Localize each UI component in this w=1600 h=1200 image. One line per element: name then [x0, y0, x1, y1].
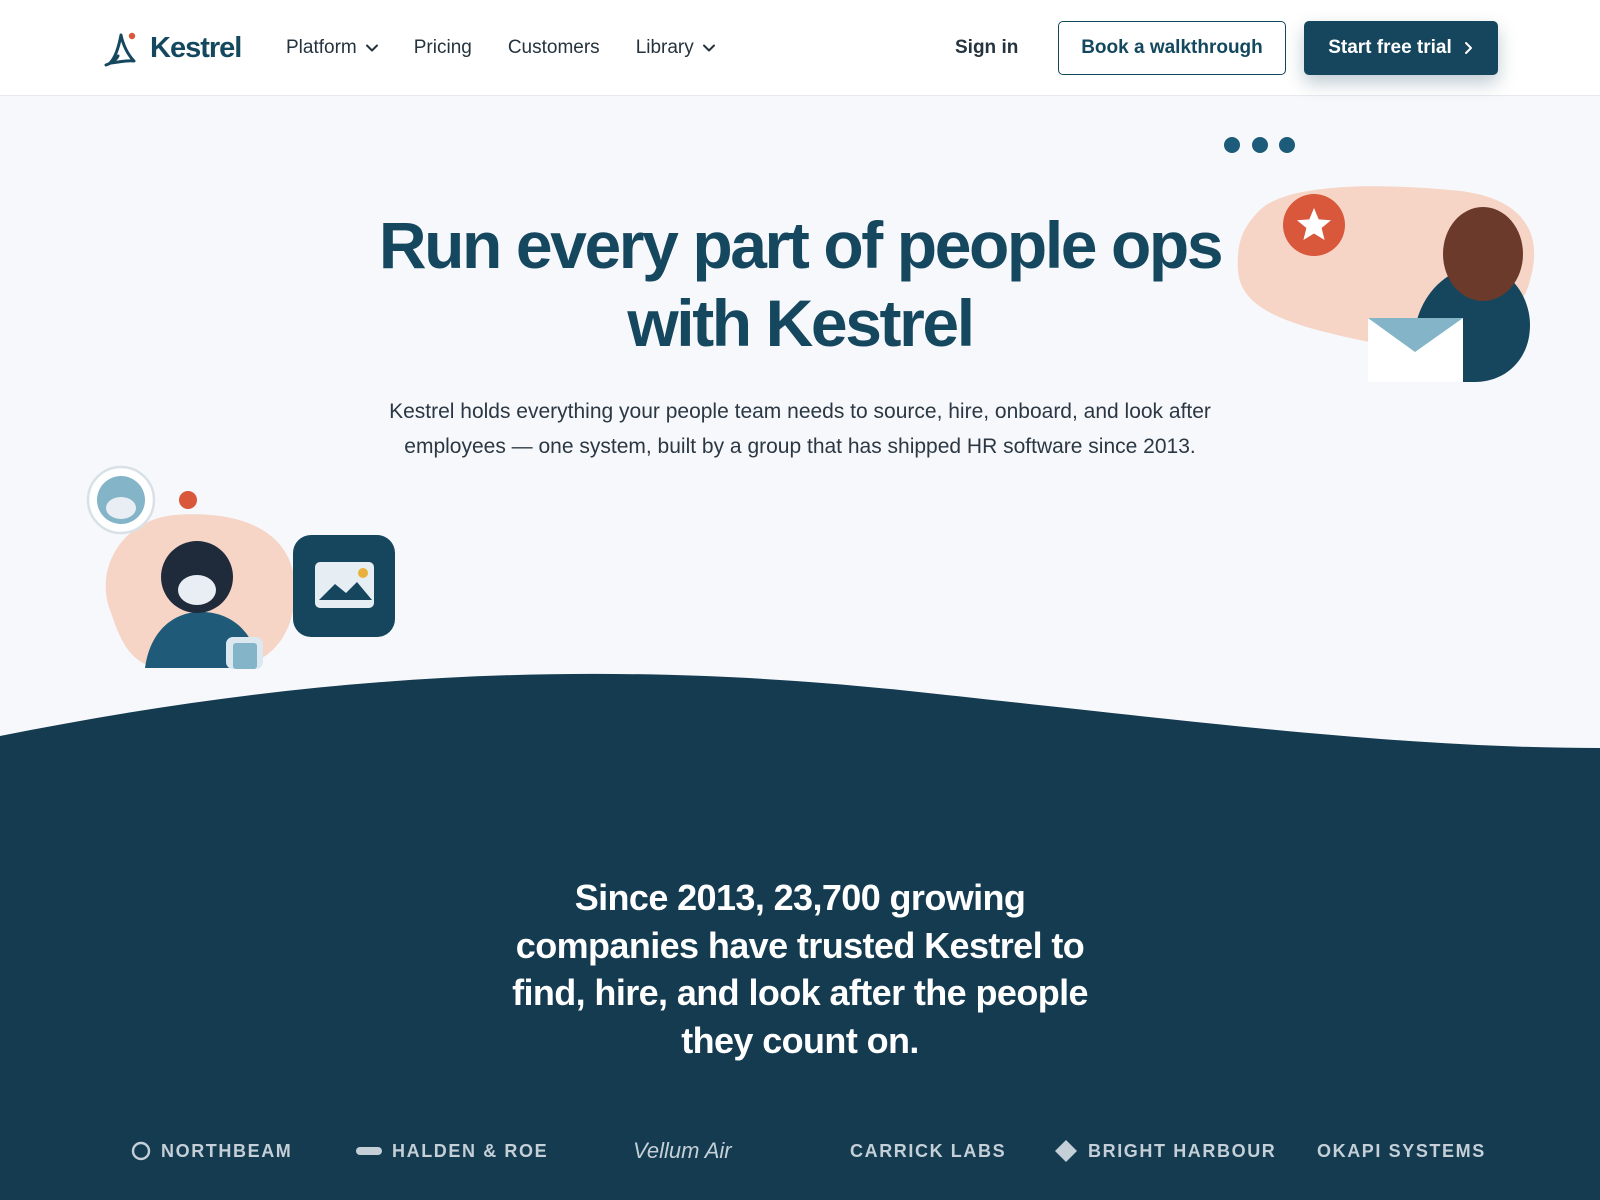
hero-title-line-1: Run every part of people ops [378, 208, 1224, 282]
book-walkthrough-button[interactable]: Book a walkthrough [1058, 21, 1286, 75]
nav-customers[interactable]: Customers [508, 30, 600, 66]
nav-platform[interactable]: Platform [286, 30, 379, 66]
ring-icon [131, 1141, 151, 1161]
hero-illustration-left [86, 465, 395, 669]
star-badge-icon [1283, 194, 1345, 256]
client-name: CARRICK LABS [850, 1140, 1007, 1161]
envelope-icon [1368, 318, 1463, 382]
section-wave-divider [0, 673, 1600, 780]
kestrel-logo[interactable]: Kestrel [104, 28, 242, 68]
diamond-icon [1055, 1140, 1077, 1162]
notification-dot [179, 491, 197, 509]
hero-subtitle: Kestrel holds everything your people tea… [389, 400, 1211, 458]
client-logo-row: NORTHBEAM HALDEN & ROE Vellum Air CARRIC… [0, 1136, 1600, 1166]
nav-pricing[interactable]: Pricing [414, 30, 472, 66]
client-logo-halden-roe: HALDEN & ROE [356, 1136, 548, 1166]
profile-ring-icon [86, 465, 156, 535]
nav-library[interactable]: Library [636, 30, 716, 66]
nav-library-label: Library [635, 37, 694, 58]
chevron-right-icon [1464, 42, 1472, 54]
nav-customers-label: Customers [507, 37, 600, 58]
client-logo-vellum-air: Vellum Air [633, 1136, 732, 1166]
start-free-trial-label: Start free trial [1328, 37, 1452, 58]
sign-in-link[interactable]: Sign in [955, 30, 1018, 66]
client-logo-northbeam: NORTHBEAM [131, 1136, 292, 1166]
chevron-down-icon [702, 44, 715, 52]
client-name: OKAPI SYSTEMS [1317, 1140, 1486, 1161]
client-logo-bright-harbour: BRIGHT HARBOUR [1054, 1136, 1276, 1166]
hero-title-line-2: with Kestrel [627, 286, 975, 360]
book-walkthrough-label: Book a walkthrough [1081, 37, 1263, 58]
nav-pricing-label: Pricing [413, 37, 472, 58]
nav-platform-label: Platform [286, 37, 357, 58]
trust-headline: Since 2013, 23,700 growing companies hav… [512, 877, 1088, 1061]
three-dots-icon [1224, 137, 1295, 153]
site-header: Kestrel Platform Pricing Customers Libra… [0, 0, 1600, 96]
bar-icon [356, 1147, 382, 1155]
start-free-trial-button[interactable]: Start free trial [1304, 21, 1498, 75]
client-name: HALDEN & ROE [392, 1140, 549, 1161]
client-name: Vellum Air [633, 1138, 732, 1163]
kestrel-bird-icon [104, 32, 136, 67]
main-nav: Platform Pricing Customers Library [286, 30, 716, 66]
hero-illustration-right [1224, 137, 1535, 382]
chevron-down-icon [365, 44, 378, 52]
client-name: BRIGHT HARBOUR [1088, 1140, 1277, 1161]
client-name: NORTHBEAM [161, 1140, 293, 1161]
client-logo-carrick-labs: CARRICK LABS [850, 1136, 1006, 1166]
image-card-icon [293, 535, 395, 637]
client-logo-okapi-systems: OKAPI SYSTEMS [1317, 1136, 1486, 1166]
logo-wordmark: Kestrel [150, 31, 242, 64]
hero-title: Run every part of people ops with Kestre… [300, 206, 1300, 362]
